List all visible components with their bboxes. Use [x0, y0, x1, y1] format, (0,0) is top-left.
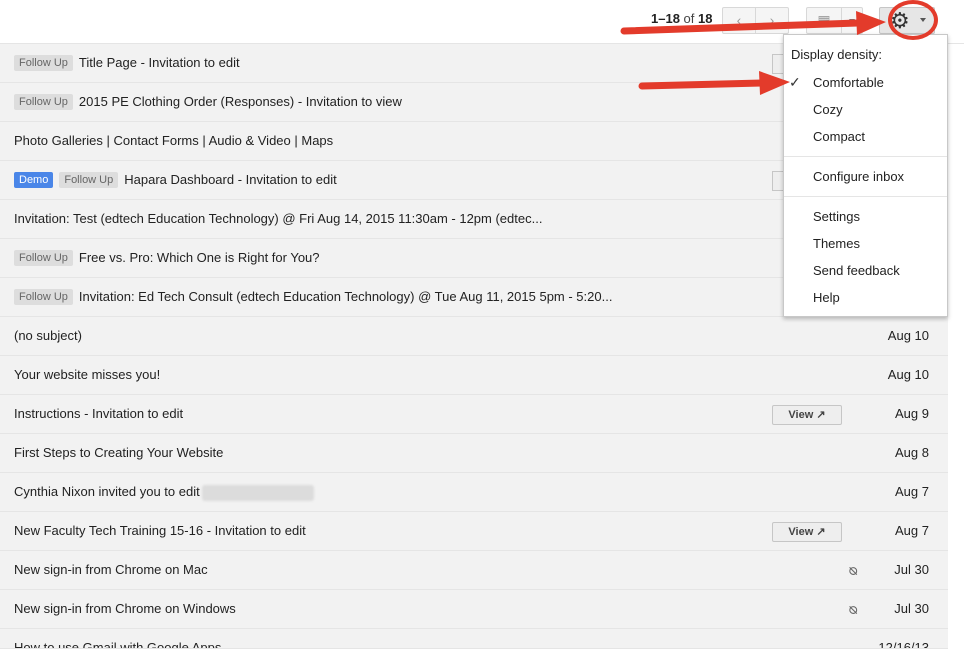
email-subject: Photo Galleries | Contact Forms | Audio … — [14, 133, 334, 148]
pagination-total: 18 — [698, 11, 713, 26]
email-row[interactable]: Instructions - Invitation to edit View ↗ A… — [0, 395, 948, 434]
keyboard-icon: ▦ — [817, 12, 831, 28]
email-subject-line: How to use Gmail with Google Apps — [14, 629, 222, 649]
pagination-range: 1–18 — [651, 11, 680, 26]
settings-button[interactable]: ⚙ — [879, 7, 935, 34]
email-subject: Invitation: Test (edtech Education Techn… — [14, 211, 543, 226]
email-date: Aug 9 — [895, 406, 929, 421]
email-subject: 2015 PE Clothing Order (Responses) - Inv… — [78, 94, 402, 109]
label-follow-up[interactable]: Follow Up — [14, 249, 73, 266]
email-subject-line: Follow Up Free vs. Pro: Which One is Righ… — [14, 239, 320, 277]
paperclip-icon: ⌀ — [845, 605, 863, 615]
email-subject-line: (no subject) — [14, 317, 82, 355]
gear-icon: ⚙ — [890, 8, 910, 33]
paperclip-icon: ⌀ — [845, 566, 863, 576]
caret-down-icon — [849, 19, 855, 24]
email-date: Aug 7 — [895, 484, 929, 499]
email-subject-line: Photo Galleries | Contact Forms | Audio … — [14, 122, 333, 160]
email-row[interactable]: Cynthia Nixon invited you to edit Aug 7 — [0, 473, 948, 512]
menu-item-comfortable[interactable]: Comfortable — [813, 75, 884, 90]
email-subject: How to use Gmail with Google Apps — [14, 640, 222, 649]
email-row[interactable]: New sign-in from Chrome on Mac ⌀ Jul 30 — [0, 551, 948, 590]
view-button[interactable]: View ↗ — [772, 522, 842, 542]
email-subject: Instructions - Invitation to edit — [14, 406, 184, 421]
email-subject-line: New sign-in from Chrome on Mac — [14, 551, 208, 589]
email-row[interactable]: First Steps to Creating Your Website Aug … — [0, 434, 948, 473]
pagination-count: 1–18 of 18 — [651, 11, 712, 26]
view-button[interactable]: View ↗ — [772, 405, 842, 425]
display-density-heading: Display density: — [791, 47, 883, 62]
email-subject: First Steps to Creating Your Website — [14, 445, 224, 460]
menu-divider — [784, 196, 947, 197]
checkmark-icon: ✓ — [789, 74, 801, 90]
email-subject-line: Follow Up 2015 PE Clothing Order (Respons… — [14, 83, 402, 121]
chevron-right-icon: › — [769, 12, 775, 28]
email-row[interactable]: New sign-in from Chrome on Windows ⌀ Jul 3… — [0, 590, 948, 629]
email-subject-line: Cynthia Nixon invited you to edit — [14, 473, 314, 511]
chevron-left-icon: ‹ — [736, 12, 742, 28]
email-row[interactable]: How to use Gmail with Google Apps 12/16/1… — [0, 629, 948, 649]
menu-item-cozy[interactable]: Cozy — [813, 102, 843, 117]
email-subject: New Faculty Tech Training 15-16 - Invita… — [14, 523, 306, 538]
email-subject-line: New Faculty Tech Training 15-16 - Invita… — [14, 512, 306, 550]
split-pane-button[interactable]: ▦ — [806, 7, 842, 34]
label-follow-up[interactable]: Follow Up — [14, 93, 73, 110]
email-row[interactable]: (no subject) Aug 10 — [0, 317, 948, 356]
email-subject-line: Your website misses you! — [14, 356, 160, 394]
email-date: Aug 10 — [887, 328, 929, 343]
email-subject: (no subject) — [14, 328, 82, 343]
menu-item-themes[interactable]: Themes — [813, 236, 860, 251]
email-date: Jul 30 — [894, 601, 929, 616]
redacted-text — [201, 484, 314, 501]
label-demo[interactable]: Demo — [14, 171, 54, 188]
email-date: Jul 30 — [894, 562, 929, 577]
email-subject-line: First Steps to Creating Your Website — [14, 434, 223, 472]
email-subject-line: New sign-in from Chrome on Windows — [14, 590, 236, 628]
email-row[interactable]: New Faculty Tech Training 15-16 - Invita… — [0, 512, 948, 551]
email-subject: New sign-in from Chrome on Mac — [14, 562, 208, 577]
menu-divider — [784, 156, 947, 157]
split-pane-dropdown[interactable] — [841, 7, 863, 34]
email-subject: New sign-in from Chrome on Windows — [14, 601, 236, 616]
email-subject: Cynthia Nixon invited you to edit — [14, 484, 200, 499]
caret-down-icon — [920, 18, 926, 22]
email-date: Aug 7 — [895, 523, 929, 538]
email-date: Aug 8 — [895, 445, 929, 460]
label-follow-up[interactable]: Follow Up — [14, 288, 73, 305]
menu-item-send-feedback[interactable]: Send feedback — [813, 263, 900, 278]
email-subject: Title Page - Invitation to edit — [78, 55, 240, 70]
email-date: 12/16/13 — [878, 640, 929, 649]
email-subject-line: Instructions - Invitation to edit — [14, 395, 183, 433]
menu-item-settings[interactable]: Settings — [813, 209, 860, 224]
label-follow-up[interactable]: Follow Up — [14, 54, 73, 71]
email-subject: Invitation: Ed Tech Consult (edtech Educ… — [78, 289, 613, 304]
email-date: Aug 10 — [887, 367, 929, 382]
pagination-of: of — [683, 11, 695, 26]
email-subject: Your website misses you! — [14, 367, 161, 382]
email-subject: Free vs. Pro: Which One is Right for You… — [78, 250, 320, 265]
older-button[interactable]: › — [755, 7, 789, 34]
email-subject-line: Invitation: Test (edtech Education Techn… — [14, 200, 542, 238]
email-subject-line: Demo Follow Up Hapara Dashboard - Invitati… — [14, 161, 337, 199]
email-subject-line: Follow Up Title Page - Invitation to edit — [14, 44, 240, 82]
newer-button[interactable]: ‹ — [722, 7, 756, 34]
menu-item-compact[interactable]: Compact — [813, 129, 865, 144]
label-follow-up[interactable]: Follow Up — [59, 171, 119, 188]
email-subject-line: Follow Up Invitation: Ed Tech Consult (ed… — [14, 278, 612, 316]
settings-menu: Display density: ✓ Comfortable Cozy Comp… — [783, 34, 948, 317]
menu-item-help[interactable]: Help — [813, 290, 840, 305]
email-subject: Hapara Dashboard - Invitation to edit — [124, 172, 337, 187]
email-row[interactable]: Your website misses you! Aug 10 — [0, 356, 948, 395]
menu-item-configure-inbox[interactable]: Configure inbox — [813, 169, 904, 184]
